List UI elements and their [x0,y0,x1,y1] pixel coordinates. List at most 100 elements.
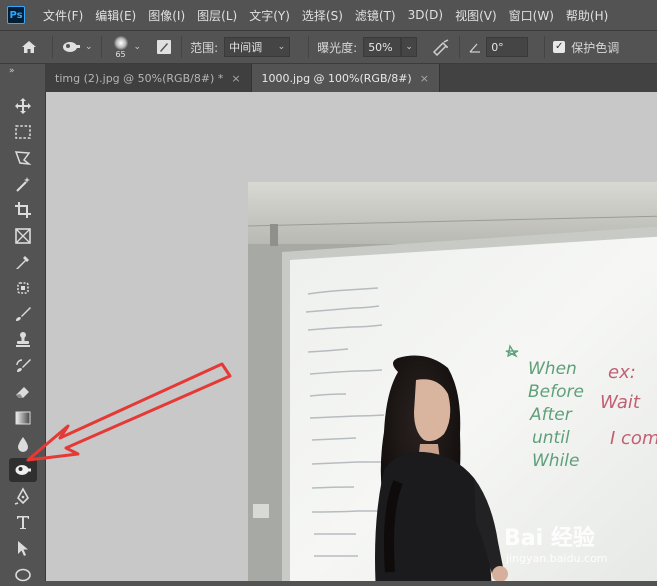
frame-tool[interactable] [9,224,37,248]
ellipse-icon [15,568,31,582]
close-icon[interactable]: × [231,72,240,85]
brush-preview-icon [113,35,128,50]
chevron-down-icon: ⌄ [277,42,286,52]
close-icon[interactable]: × [420,72,429,85]
brush-size-value: 65 [115,49,126,59]
canvas-area[interactable]: When Before After until While ex: Wait I… [46,92,657,581]
brush-tool[interactable] [9,302,37,326]
history-brush-icon [16,359,31,372]
board-word: until [532,428,570,448]
gradient-tool[interactable] [9,406,37,430]
ellipse-tool[interactable] [9,562,37,586]
brush-settings-button[interactable] [155,31,173,63]
baidu-watermark: Bai 经验 jingyan.baidu.com [504,518,654,578]
protect-tones-checkbox[interactable]: ✓ [553,41,566,53]
separator [181,36,183,58]
drop-icon [18,437,28,452]
photoshop-logo[interactable]: Ps [7,6,25,24]
collapse-panel-button[interactable]: » [9,66,14,76]
chevron-down-icon: ⌄ [85,42,93,52]
exposure-dropdown[interactable]: ⌄ [401,37,418,57]
tab-1000[interactable]: 1000.jpg @ 100%(RGB/8#) × [251,64,440,92]
separator [459,36,461,58]
menu-type[interactable]: 文字(Y) [243,7,296,24]
home-icon [22,41,36,53]
exposure-label: 曝光度: [317,40,358,55]
dodge-tool[interactable] [9,458,37,482]
menu-file[interactable]: 文件(F) [37,7,89,24]
board-word: When [528,359,577,379]
healing-brush-tool[interactable] [9,276,37,300]
menu-layer[interactable]: 图层(L) [191,7,243,24]
range-value: 中间调 [229,41,263,54]
tab-label: timg (2).jpg @ 50%(RGB/8#) * [55,71,224,85]
menu-3d[interactable]: 3D(D) [402,8,449,22]
pen-tool[interactable] [9,484,37,508]
board-word: While [532,451,580,471]
watermark-url: jingyan.baidu.com [506,552,608,565]
angle-icon [469,43,481,53]
board-word: Wait [600,392,641,413]
menu-bar: Ps 文件(F) 编辑(E) 图像(I) 图层(L) 文字(Y) 选择(S) 滤… [0,0,657,31]
angle-value: 0° [491,40,504,54]
range-label: 范围: [190,40,219,55]
brush-icon [16,307,31,321]
history-brush-tool[interactable] [9,354,37,378]
board-word: Before [528,382,584,402]
marquee-tool[interactable] [9,120,37,144]
type-icon [17,516,29,529]
angle-input[interactable]: 0° [486,37,529,57]
watermark-brand: Bai 经验 [504,526,595,551]
menu-edit[interactable]: 编辑(E) [89,7,142,24]
lasso-tool[interactable] [9,146,37,170]
airbrush-toggle[interactable] [431,31,451,63]
menu-window[interactable]: 窗口(W) [503,7,560,24]
home-button[interactable] [20,31,38,63]
blur-tool[interactable] [9,432,37,456]
eyedropper-icon [16,256,29,269]
checkmark-icon: ✓ [554,41,564,52]
chevron-down-icon: ⌄ [405,42,413,52]
protect-tones-label: 保护色调 [571,40,620,55]
airbrush-icon [433,39,449,56]
tool-preset-picker[interactable]: ⌄ [61,31,93,63]
spot-healing-icon [17,282,29,294]
dodge-icon [15,465,31,475]
board-word: ex: [608,362,636,383]
separator [52,36,53,58]
tab-label: 1000.jpg @ 100%(RGB/8#) [261,71,412,85]
board-word: I com [610,428,657,449]
dodge-icon [63,42,80,52]
document-tabs: timg (2).jpg @ 50%(RGB/8#) * × 1000.jpg … [45,64,657,92]
frame-icon [15,228,31,244]
eyedropper-tool[interactable] [9,250,37,274]
separator [544,36,546,58]
exposure-input[interactable]: 50% [363,37,402,57]
type-tool[interactable] [9,510,37,534]
move-tool[interactable] [9,94,37,118]
menu-image[interactable]: 图像(I) [142,7,191,24]
menu-help[interactable]: 帮助(H) [560,7,614,24]
menu-filter[interactable]: 滤镜(T) [349,7,402,24]
board-word: After [529,405,573,425]
eraser-tool[interactable] [9,380,37,404]
brush-preset-picker[interactable]: 65 [110,31,132,63]
path-select-tool[interactable] [9,536,37,560]
quick-select-tool[interactable] [9,172,37,196]
separator [308,36,310,58]
range-select[interactable]: 中间调 ⌄ [224,37,291,57]
eraser-icon [16,387,29,398]
menu-view[interactable]: 视图(V) [449,7,503,24]
chevron-down-icon[interactable]: ⌄ [134,42,142,52]
tab-timg[interactable]: timg (2).jpg @ 50%(RGB/8#) * × [45,64,252,92]
crop-tool[interactable] [9,198,37,222]
menu-select[interactable]: 选择(S) [296,7,349,24]
magic-wand-icon [16,177,30,192]
pen-icon [14,487,29,505]
crop-icon [15,202,31,218]
marquee-icon [15,125,31,139]
options-bar: ⌄ 65 ⌄ 范围: 中间调 ⌄ 曝光度: 50% ⌄ 0° ✓ 保护色调 [0,31,657,64]
stamp-icon [16,332,30,347]
move-icon [15,98,31,114]
clone-stamp-tool[interactable] [9,328,37,352]
